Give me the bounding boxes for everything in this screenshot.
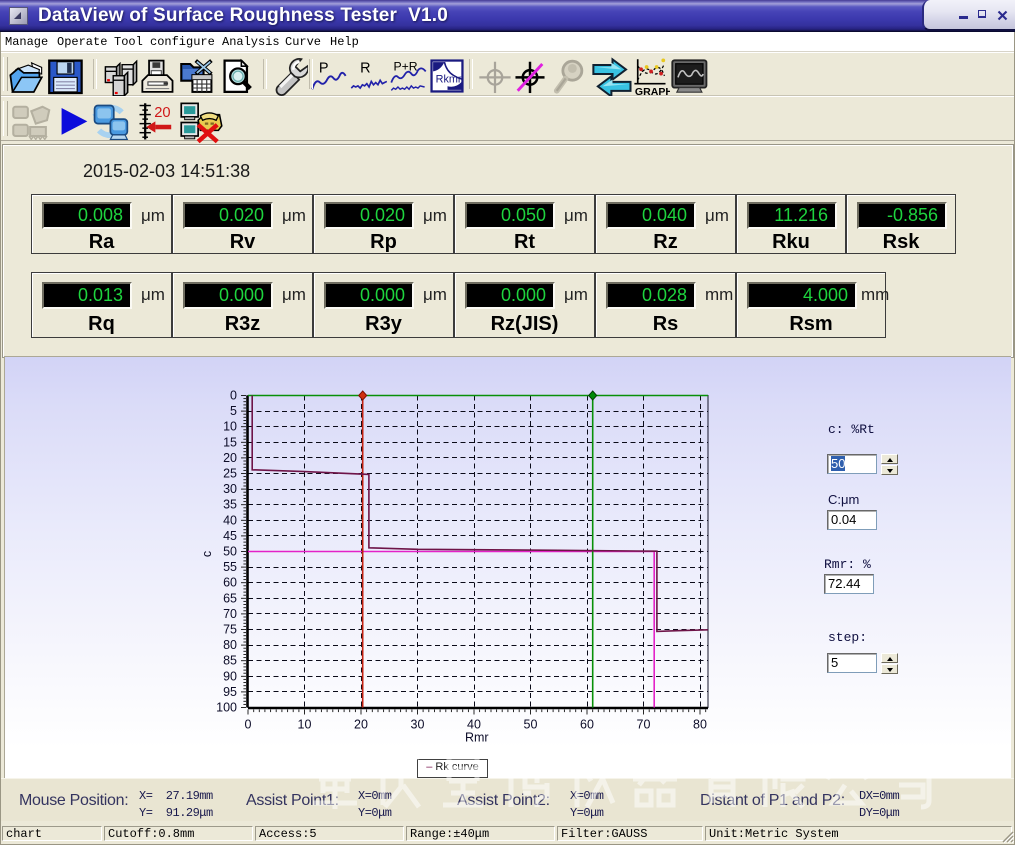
svg-text:Rmr: Rmr bbox=[465, 731, 489, 745]
svg-text:20: 20 bbox=[354, 718, 368, 732]
svg-text:55: 55 bbox=[223, 560, 237, 574]
svg-text:30: 30 bbox=[411, 718, 425, 732]
svg-text:90: 90 bbox=[223, 669, 237, 683]
svg-text:10: 10 bbox=[223, 420, 237, 434]
svg-text:20: 20 bbox=[223, 451, 237, 465]
svg-text:45: 45 bbox=[223, 529, 237, 543]
svg-text:65: 65 bbox=[223, 591, 237, 605]
svg-text:15: 15 bbox=[223, 435, 237, 449]
svg-text:50: 50 bbox=[223, 545, 237, 559]
svg-text:c: c bbox=[200, 551, 214, 557]
svg-text:40: 40 bbox=[467, 718, 481, 732]
svg-text:80: 80 bbox=[223, 638, 237, 652]
svg-text:85: 85 bbox=[223, 654, 237, 668]
svg-text:60: 60 bbox=[223, 576, 237, 590]
svg-text:70: 70 bbox=[637, 718, 651, 732]
svg-text:25: 25 bbox=[223, 467, 237, 481]
svg-text:40: 40 bbox=[223, 513, 237, 527]
svg-text:50: 50 bbox=[524, 718, 538, 732]
svg-text:0: 0 bbox=[230, 389, 237, 403]
svg-text:75: 75 bbox=[223, 623, 237, 637]
svg-text:35: 35 bbox=[223, 498, 237, 512]
svg-text:30: 30 bbox=[223, 482, 237, 496]
svg-text:100: 100 bbox=[216, 701, 237, 715]
svg-text:80: 80 bbox=[693, 718, 707, 732]
svg-text:10: 10 bbox=[298, 718, 312, 732]
svg-text:0: 0 bbox=[245, 718, 252, 732]
svg-text:5: 5 bbox=[230, 404, 237, 418]
svg-text:60: 60 bbox=[580, 718, 594, 732]
svg-text:95: 95 bbox=[223, 685, 237, 699]
svg-text:70: 70 bbox=[223, 607, 237, 621]
